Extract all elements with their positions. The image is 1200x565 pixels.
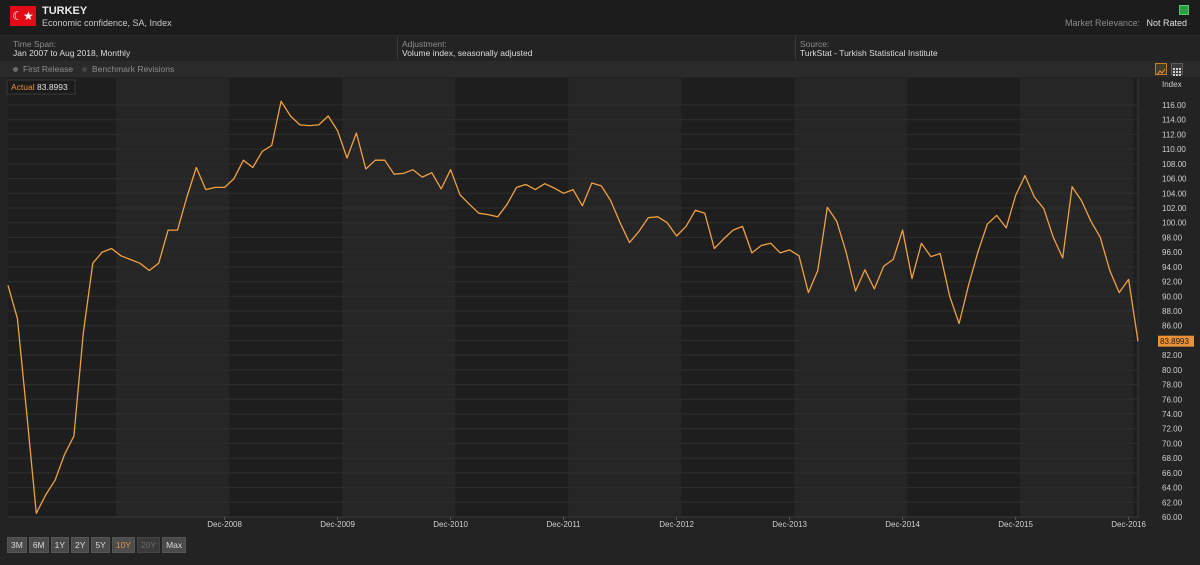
y-axis: 60.00 62.00 64.00 66.00 68.00 70.00 72.00 74.00… [1137, 78, 1187, 522]
y-tick-label: 88.00 [1162, 307, 1183, 316]
source-value: TurkStat - Turkish Statistical Institute [800, 48, 938, 58]
y-tick-label: 108.00 [1162, 160, 1187, 169]
toggle-dot-icon [13, 67, 18, 73]
range-button-disabled[interactable]: 20Y [136, 537, 161, 553]
series-toggle-bar: First Release Benchmark Revisions [0, 61, 1200, 77]
last-value-label: 83.8993 [1160, 337, 1189, 346]
y-tick-label: 82.00 [1162, 351, 1183, 360]
series-subtitle: Economic confidence, SA, Index [42, 18, 172, 28]
line-chart-icon[interactable] [1155, 63, 1167, 76]
x-tick-label: Dec-2013 [772, 520, 807, 529]
y-tick-label: 100.00 [1162, 219, 1187, 228]
chart-bands [8, 78, 1138, 517]
range-button[interactable]: 6M [28, 537, 49, 553]
table-grid-icon[interactable] [1171, 63, 1183, 76]
x-tick-label: Dec-2011 [547, 520, 582, 529]
y-tick-label: 90.00 [1162, 292, 1183, 301]
x-axis: Dec-2008 Dec-2009 Dec-2010 Dec-2011 Dec-2012… [8, 516, 1146, 529]
y-axis-label: Index [1162, 80, 1182, 89]
y-tick-label: 76.00 [1162, 395, 1183, 404]
range-button-active[interactable]: 10Y [111, 537, 135, 553]
x-tick-label: Dec-2010 [433, 520, 468, 529]
range-button[interactable]: 2Y [71, 537, 90, 553]
y-tick-label: 112.00 [1162, 130, 1186, 139]
time-span-block: Time Span: Jan 2007 to Aug 2018, Monthly [13, 36, 408, 60]
y-tick-label: 106.00 [1162, 175, 1187, 184]
range-selector: 3M 6M 1Y 2Y 5Y 10Y 20Y Max [7, 537, 187, 553]
first-release-toggle[interactable]: First Release [13, 64, 73, 74]
info-divider [795, 37, 796, 59]
x-tick-label: Dec-2009 [320, 520, 355, 529]
y-tick-label: 110.00 [1162, 145, 1186, 154]
range-button[interactable]: 3M [7, 537, 27, 553]
year-band [1020, 78, 1134, 517]
market-relevance-value: Not Rated [1146, 18, 1187, 28]
year-band [568, 78, 682, 517]
y-tick-label: 114.00 [1162, 116, 1186, 125]
y-tick-label: 74.00 [1162, 410, 1183, 419]
y-tick-label: 98.00 [1162, 233, 1183, 242]
x-tick-label: Dec-2008 [207, 520, 242, 529]
y-tick-label: 66.00 [1162, 469, 1183, 478]
year-band [794, 78, 908, 517]
y-tick-label: 104.00 [1162, 189, 1187, 198]
y-tick-label: 70.00 [1162, 439, 1183, 448]
source-block: Source: TurkStat - Turkish Statistical I… [800, 36, 1195, 60]
time-span-value: Jan 2007 to Aug 2018, Monthly [13, 48, 131, 58]
y-tick-label: 62.00 [1162, 498, 1183, 507]
chart-legend: Actual 83.8993 [6, 79, 76, 95]
line-chart: 60.00 62.00 64.00 66.00 68.00 70.00 72.00 74.00… [6, 78, 1194, 529]
excel-export-icon[interactable] [1179, 5, 1189, 15]
y-tick-label: 80.00 [1162, 366, 1183, 375]
y-tick-label: 64.00 [1162, 484, 1183, 493]
market-relevance-label: Market Relevance: [1064, 18, 1140, 28]
y-tick-label: 78.00 [1162, 381, 1183, 390]
country-title: TURKEY [42, 5, 88, 17]
info-divider [397, 37, 398, 59]
toggle-dot-icon [82, 67, 87, 73]
benchmark-revisions-label: Benchmark Revisions [92, 64, 175, 74]
x-tick-label: Dec-2016 [1111, 520, 1146, 529]
adjustment-block: Adjustment: Volume index, seasonally adj… [402, 36, 797, 60]
y-tick-label: 68.00 [1162, 454, 1183, 463]
year-band [116, 78, 230, 517]
range-button[interactable]: Max [162, 537, 187, 553]
range-button[interactable]: 5Y [91, 537, 110, 553]
y-tick-label: 60.00 [1162, 513, 1183, 522]
y-tick-label: 102.00 [1162, 204, 1187, 213]
x-tick-label: Dec-2015 [998, 520, 1033, 529]
adjustment-value: Volume index, seasonally adjusted [402, 48, 533, 58]
y-tick-label: 86.00 [1162, 322, 1183, 331]
y-tick-label: 96.00 [1162, 248, 1183, 257]
first-release-label: First Release [23, 64, 74, 74]
benchmark-revisions-toggle[interactable]: Benchmark Revisions [82, 64, 174, 74]
y-tick-label: 94.00 [1162, 263, 1183, 272]
legend-value: 83.8993 [37, 82, 68, 92]
y-tick-label: 116.00 [1162, 101, 1186, 110]
y-tick-label: 72.00 [1162, 425, 1183, 434]
header-bar: ☾★ TURKEY Economic confidence, SA, Index… [0, 0, 1200, 36]
legend-label: Actual [11, 82, 35, 92]
range-button[interactable]: 1Y [50, 537, 70, 553]
x-tick-label: Dec-2012 [659, 520, 694, 529]
y-tick-label: 92.00 [1162, 278, 1183, 287]
x-tick-label: Dec-2014 [885, 520, 920, 529]
turkey-flag-icon: ☾★ [10, 6, 36, 26]
